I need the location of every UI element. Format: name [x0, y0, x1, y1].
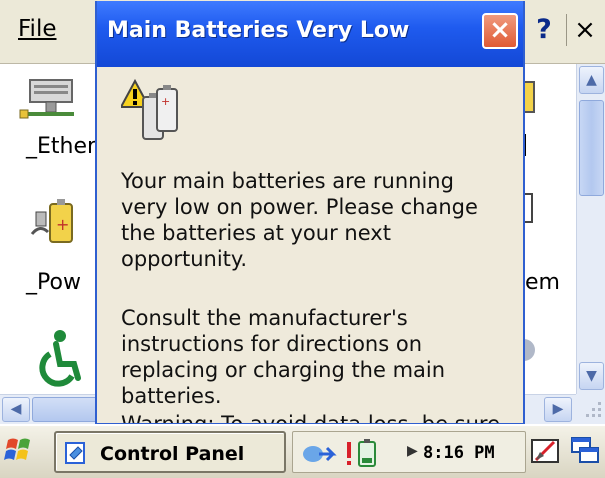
vertical-scroll-thumb[interactable]: [579, 100, 604, 196]
clock[interactable]: 8:16 PM: [423, 443, 495, 463]
vertical-scrollbar[interactable]: ▲ ▼: [576, 64, 605, 394]
help-button[interactable]: ?: [527, 12, 567, 48]
power-icon: +: [30, 199, 73, 243]
scroll-up-button[interactable]: ▲: [579, 66, 604, 94]
scroll-left-button[interactable]: ◀: [2, 397, 30, 422]
dialog-title: Main Batteries Very Low: [107, 18, 410, 43]
switch-windows-icon[interactable]: [570, 436, 600, 466]
system-icon: [523, 193, 533, 223]
input-panel-icon[interactable]: [530, 436, 562, 466]
dialog-instructions: Consult the manufacturer's instructions …: [121, 306, 446, 408]
display-icon: [523, 81, 535, 113]
file-menu-label: File: [18, 16, 57, 42]
dialog-message: Your main batteries are running very low…: [121, 169, 478, 271]
start-button[interactable]: [2, 432, 42, 472]
svg-text:+: +: [56, 215, 69, 234]
taskbar: Control Panel ▶ 8:16 PM: [0, 424, 605, 478]
cp-item-display[interactable]: [523, 78, 538, 118]
dialog-titlebar: Main Batteries Very Low ×: [97, 1, 523, 67]
taskbar-task-label: Control Panel: [100, 443, 245, 465]
cp-item-ethernet[interactable]: [18, 76, 88, 136]
windows-flag-icon: [4, 438, 30, 460]
battery-warning-icon: +: [119, 78, 185, 147]
cp-item-label: _Pow: [26, 270, 81, 295]
scroll-down-button[interactable]: ▼: [579, 362, 604, 390]
window-close-button[interactable]: ×: [568, 12, 602, 48]
cp-item-label: em: [525, 270, 560, 295]
cp-item-globe[interactable]: [513, 332, 538, 372]
file-menu[interactable]: File: [18, 16, 57, 42]
scroll-right-button[interactable]: ▶: [544, 397, 572, 422]
battery-low-icon[interactable]: [345, 438, 385, 468]
connectivity-icon[interactable]: [301, 440, 337, 466]
cp-item-label-partial: [524, 134, 534, 162]
cp-item-power[interactable]: +: [28, 194, 88, 254]
cp-item-accessibility[interactable]: [30, 328, 90, 388]
globe-icon: [513, 339, 535, 361]
cp-item-system[interactable]: [523, 190, 538, 230]
svg-text:+: +: [161, 95, 170, 108]
network-icon: [19, 79, 74, 119]
taskbar-control-panel-button[interactable]: Control Panel: [54, 431, 286, 473]
resize-grip: [576, 394, 605, 424]
system-tray: ▶ 8:16 PM: [292, 431, 526, 473]
dialog-warning: Warning: To avoid data loss, be sure: [121, 412, 501, 425]
dialog-close-button[interactable]: ×: [482, 13, 518, 49]
accessibility-icon: [39, 330, 81, 387]
battery-warning-dialog: Main Batteries Very Low × + Your main ba…: [95, 1, 525, 425]
tray-expand-icon[interactable]: ▶: [407, 443, 418, 459]
cp-item-label: _Ether: [26, 134, 97, 159]
control-panel-icon: [65, 442, 85, 464]
